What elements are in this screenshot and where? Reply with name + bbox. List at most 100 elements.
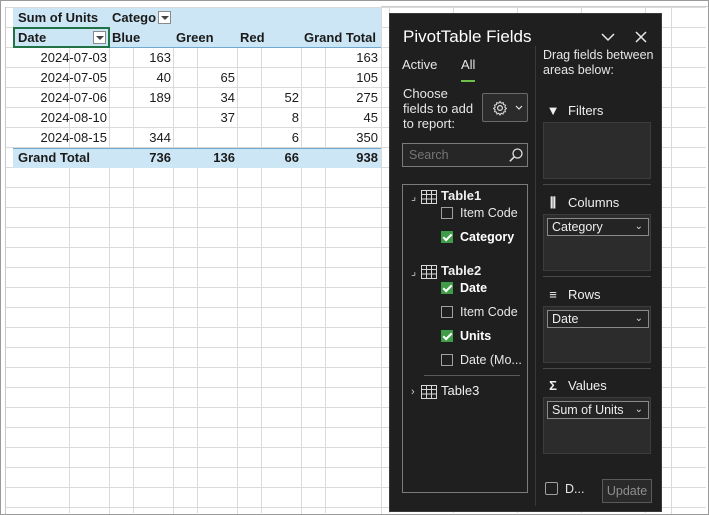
drag-fields-label: Drag fields between areas below: <box>543 48 653 78</box>
field-item-code[interactable]: Item Code <box>441 204 518 222</box>
pivot-grand-total-row: Grand Total 736 136 66 938 <box>1 148 381 168</box>
pivot-value-cell[interactable]: 344 <box>109 128 171 148</box>
columns-field-chip[interactable]: Category ⌄ <box>547 218 649 236</box>
field-item-code-2[interactable]: Item Code <box>441 303 518 321</box>
area-label: Rows <box>568 287 601 302</box>
pivot-row-label[interactable]: 2024-07-06 <box>13 88 108 108</box>
field-checkbox[interactable] <box>441 281 453 294</box>
grand-total-label[interactable]: Grand Total <box>18 148 90 168</box>
chevron-down-icon[interactable]: ⌄ <box>635 402 643 418</box>
pivot-total-cell[interactable]: 105 <box>301 68 378 88</box>
table-icon <box>421 189 437 204</box>
table-separator <box>424 375 520 376</box>
pivot-value-cell[interactable]: 52 <box>237 88 299 108</box>
values-field-chip[interactable]: Sum of Units ⌄ <box>547 401 649 419</box>
table-node-table2[interactable]: ⌟ Table2 <box>411 263 481 279</box>
columns-drop-area[interactable]: Category ⌄ <box>543 214 651 271</box>
expand-icon[interactable]: › <box>411 386 421 398</box>
grand-total-cell[interactable]: 136 <box>173 148 235 168</box>
rows-area-header: ≡ Rows <box>546 287 601 302</box>
pivot-value-cell[interactable] <box>237 48 299 68</box>
tab-active[interactable]: Active <box>402 57 437 72</box>
area-divider <box>543 184 651 185</box>
pivot-data-row: 2024-08-10 37 8 45 <box>1 108 381 128</box>
field-date-month[interactable]: Date (Mo... <box>441 351 522 369</box>
pivot-total-cell[interactable]: 275 <box>301 88 378 108</box>
field-checkbox[interactable] <box>441 353 453 366</box>
chevron-down-icon <box>515 105 523 110</box>
pivot-data-row: 2024-07-05 40 65 105 <box>1 68 381 88</box>
pivot-column-field-label[interactable]: Catego <box>112 8 156 28</box>
rows-drop-area[interactable]: Date ⌄ <box>543 306 651 363</box>
chevron-down-icon[interactable] <box>599 28 617 46</box>
pivot-row-label[interactable]: 2024-08-15 <box>13 128 108 148</box>
tab-all-indicator <box>461 80 475 82</box>
field-units[interactable]: Units <box>441 327 491 345</box>
pivot-total-cell[interactable]: 350 <box>301 128 378 148</box>
field-checkbox[interactable] <box>441 206 453 219</box>
pivot-value-cell[interactable]: 37 <box>173 108 235 128</box>
update-button[interactable]: Update <box>602 479 652 503</box>
pivot-row-label[interactable]: 2024-07-05 <box>13 68 108 88</box>
defer-layout-update-checkbox[interactable]: D... <box>545 482 584 496</box>
collapse-icon[interactable]: ⌟ <box>411 265 421 278</box>
grand-total-cell[interactable]: 66 <box>237 148 299 168</box>
field-list[interactable]: ⌟ Table1 Item Code Category ⌟ Table2 Dat… <box>402 184 528 493</box>
pivot-row-label[interactable]: 2024-08-10 <box>13 108 108 128</box>
pivot-data-row: 2024-08-15 344 6 350 <box>1 128 381 148</box>
pivot-total-cell[interactable]: 45 <box>301 108 378 128</box>
grand-total-cell[interactable]: 736 <box>109 148 171 168</box>
pivot-col-header[interactable]: Red <box>240 28 265 48</box>
grid-col-line <box>381 7 382 514</box>
search-icon[interactable] <box>508 147 524 163</box>
field-date[interactable]: Date <box>441 279 487 297</box>
filter-icon: ▼ <box>546 103 560 118</box>
filters-drop-area[interactable] <box>543 122 651 179</box>
choose-line: fields to add <box>403 101 474 116</box>
column-filter-dropdown-icon[interactable] <box>158 11 171 24</box>
pivot-value-cell[interactable]: 65 <box>173 68 235 88</box>
pivot-value-cell[interactable] <box>173 128 235 148</box>
field-checkbox[interactable] <box>441 230 453 243</box>
field-checkbox[interactable] <box>441 305 453 318</box>
gear-icon <box>492 100 508 116</box>
grand-total-cell[interactable]: 938 <box>301 148 378 168</box>
field-label: Units <box>460 329 492 343</box>
pivot-value-cell[interactable]: 8 <box>237 108 299 128</box>
choose-line: Choose <box>403 86 448 101</box>
field-label: Date <box>460 281 488 295</box>
chevron-down-icon[interactable]: ⌄ <box>635 219 643 235</box>
pivot-value-cell[interactable] <box>173 48 235 68</box>
close-icon[interactable] <box>632 28 650 46</box>
values-drop-area[interactable]: Sum of Units ⌄ <box>543 397 651 454</box>
field-settings-button[interactable] <box>482 93 528 122</box>
collapse-icon[interactable]: ⌟ <box>411 190 421 203</box>
pivot-value-cell[interactable]: 163 <box>109 48 171 68</box>
pivot-value-cell[interactable] <box>237 68 299 88</box>
pivot-col-header[interactable]: Grand Total <box>304 28 376 48</box>
field-label: Category <box>460 230 515 244</box>
pane-title: PivotTable Fields <box>403 27 532 46</box>
pivot-value-cell[interactable]: 189 <box>109 88 171 108</box>
pivot-col-header[interactable]: Blue <box>112 28 140 48</box>
defer-checkbox[interactable] <box>545 482 558 496</box>
pivot-col-header[interactable]: Green <box>176 28 214 48</box>
chip-label: Sum of Units <box>552 403 624 417</box>
pivot-value-cell[interactable]: 6 <box>237 128 299 148</box>
field-checkbox[interactable] <box>441 329 453 342</box>
choose-fields-label: Choose fields to add to report: <box>403 86 473 131</box>
pivot-value-cell[interactable]: 34 <box>173 88 235 108</box>
pivot-values-label[interactable]: Sum of Units <box>18 8 98 28</box>
rows-field-chip[interactable]: Date ⌄ <box>547 310 649 328</box>
pivot-value-cell[interactable] <box>109 108 171 128</box>
choose-line: to report: <box>403 116 456 131</box>
pivot-total-cell[interactable]: 163 <box>301 48 378 68</box>
chevron-down-icon[interactable]: ⌄ <box>635 311 643 327</box>
tab-all[interactable]: All <box>461 57 475 72</box>
table-name: Table3 <box>441 383 480 398</box>
field-category[interactable]: Category <box>441 228 514 246</box>
pivot-value-cell[interactable]: 40 <box>109 68 171 88</box>
table-node-table1[interactable]: ⌟ Table1 <box>411 188 481 204</box>
table-node-table3[interactable]: › Table3 <box>411 383 479 399</box>
pivot-row-label[interactable]: 2024-07-03 <box>13 48 108 68</box>
